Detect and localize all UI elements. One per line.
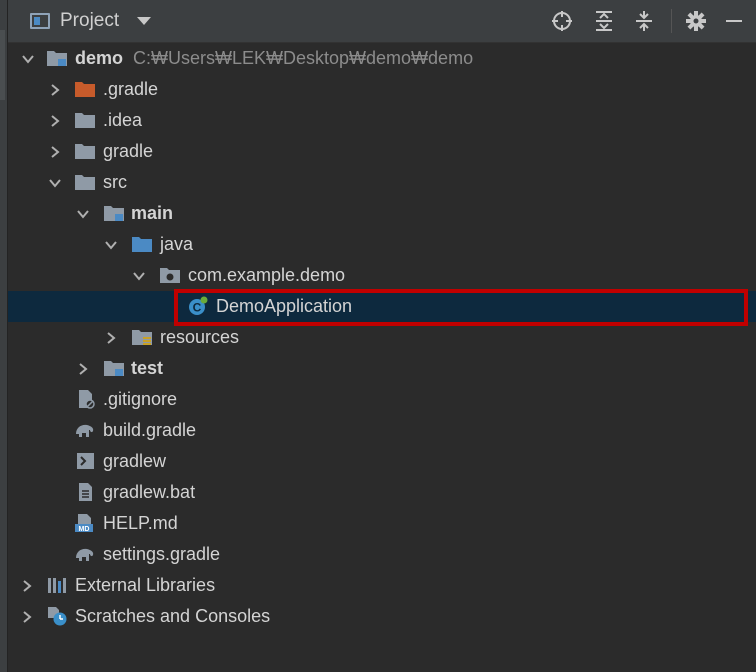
chevron-right-icon[interactable] <box>47 74 63 105</box>
spring-class-icon: C <box>189 296 208 315</box>
panel-title: Project <box>60 10 120 31</box>
chevron-right-icon[interactable] <box>19 601 35 632</box>
chevron-down-icon <box>137 17 152 25</box>
module-folder-icon <box>47 51 67 66</box>
tree-item-label: src <box>103 172 127 192</box>
tree-row-demo-application[interactable]: C DemoApplication <box>8 291 756 322</box>
chevron-right-icon[interactable] <box>103 322 119 353</box>
resources-folder-icon <box>132 330 152 345</box>
tree-item-label: gradlew.bat <box>103 482 196 502</box>
folder-icon <box>75 175 95 190</box>
tree-row-settings-gradle[interactable]: settings.gradle <box>8 539 756 570</box>
tree-item-label: .gradle <box>103 79 159 99</box>
tree-item-label: gradlew <box>103 451 167 471</box>
gradle-elephant-icon <box>76 548 94 561</box>
tree-row-dot-gradle[interactable]: .gradle <box>8 74 756 105</box>
locate-icon <box>552 11 572 31</box>
folder-icon <box>75 113 95 128</box>
locate-button[interactable] <box>550 9 574 33</box>
tree-item-label: .idea <box>103 110 143 130</box>
chevron-down-icon[interactable] <box>103 229 119 260</box>
chevron-right-icon[interactable] <box>19 570 35 601</box>
text-file-icon <box>79 483 92 501</box>
chevron-right-icon[interactable] <box>75 353 91 384</box>
tree-row-gradle[interactable]: gradle <box>8 136 756 167</box>
gradle-elephant-icon <box>76 424 94 437</box>
module-folder-icon <box>104 361 124 376</box>
collapse-all-icon <box>636 11 652 31</box>
minimize-icon <box>726 20 742 22</box>
project-window-icon <box>30 13 50 29</box>
chevron-down-icon[interactable] <box>47 167 63 198</box>
chevron-down-icon[interactable] <box>131 260 147 291</box>
chevron-right-icon[interactable] <box>47 136 63 167</box>
tree-row-external-libraries[interactable]: External Libraries <box>8 570 756 601</box>
tree-row-main[interactable]: main <box>8 198 756 229</box>
tree-row-build-gradle[interactable]: build.gradle <box>8 415 756 446</box>
tree-item-label: resources <box>160 327 240 347</box>
tree-item-label: settings.gradle <box>103 544 221 564</box>
tree-item-label: DemoApplication <box>216 296 353 316</box>
tree-item-label: External Libraries <box>75 575 216 595</box>
tree-row-gradlew[interactable]: gradlew <box>8 446 756 477</box>
tree-item-label: test <box>131 358 164 378</box>
project-view-selector[interactable]: Project <box>30 8 152 34</box>
collapse-all-button[interactable] <box>632 9 656 33</box>
project-toolbar: Project <box>8 0 756 43</box>
project-tree: demo C:₩Users₩LEK₩Desktop₩demo₩demo .grad… <box>8 42 756 672</box>
shell-script-icon <box>77 453 94 469</box>
gitignore-file-icon <box>79 390 95 409</box>
chevron-down-icon[interactable] <box>75 198 91 229</box>
settings-button[interactable] <box>684 9 708 33</box>
svg-text:MD: MD <box>79 526 90 533</box>
tree-row-src[interactable]: src <box>8 167 756 198</box>
markdown-file-icon: MD <box>75 514 93 533</box>
left-strip-tab[interactable] <box>0 30 5 100</box>
folder-icon <box>75 144 95 159</box>
toolbar-separator <box>671 9 672 33</box>
tree-row-gradlew-bat[interactable]: gradlew.bat <box>8 477 756 508</box>
tree-item-label: HELP.md <box>103 513 178 533</box>
gear-icon <box>686 11 706 31</box>
svg-text:C: C <box>193 301 202 315</box>
chevron-down-icon[interactable] <box>20 43 36 74</box>
tree-row-test[interactable]: test <box>8 353 756 384</box>
tree-item-label: .gitignore <box>103 389 178 409</box>
tree-row-resources[interactable]: resources <box>8 322 756 353</box>
package-icon <box>160 268 180 283</box>
tree-item-label: java <box>160 234 194 254</box>
tree-item-label: build.gradle <box>103 420 197 440</box>
chevron-right-icon[interactable] <box>47 105 63 136</box>
left-tool-window-strip <box>0 0 8 672</box>
tree-row-help-md[interactable]: MD HELP.md <box>8 508 756 539</box>
expand-all-button[interactable] <box>592 9 616 33</box>
tree-row-idea[interactable]: .idea <box>8 105 756 136</box>
tree-item-label: com.example.demo <box>188 265 346 285</box>
project-path: C:₩Users₩LEK₩Desktop₩demo₩demo <box>133 48 474 68</box>
orange-folder-icon <box>75 82 95 97</box>
scratches-icon <box>48 607 67 626</box>
tree-item-label: main <box>131 203 174 223</box>
tree-row-java[interactable]: java <box>8 229 756 260</box>
minimize-button[interactable] <box>722 9 746 33</box>
tree-item-label: Scratches and Consoles <box>75 606 271 626</box>
module-folder-icon <box>104 206 124 221</box>
libraries-icon <box>48 578 66 593</box>
tree-row-package[interactable]: com.example.demo <box>8 260 756 291</box>
expand-all-icon <box>596 11 612 31</box>
tree-row-gitignore[interactable]: .gitignore <box>8 384 756 415</box>
tree-item-label: gradle <box>103 141 154 161</box>
tree-item-label: demo C:₩Users₩LEK₩Desktop₩demo₩demo <box>75 48 474 68</box>
tree-row-scratches[interactable]: Scratches and Consoles <box>8 601 756 632</box>
tree-row-demo[interactable]: demo C:₩Users₩LEK₩Desktop₩demo₩demo <box>8 43 756 74</box>
source-folder-icon <box>132 237 152 252</box>
